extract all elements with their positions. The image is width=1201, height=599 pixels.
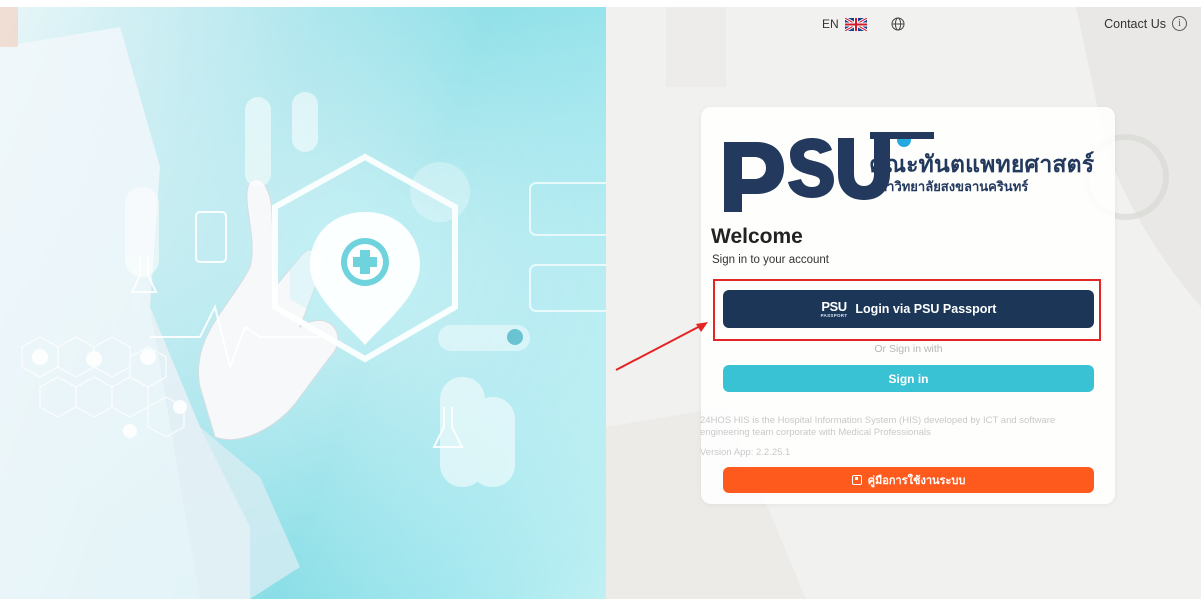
hero-illustration bbox=[0, 7, 606, 599]
psu-passport-icon: PSU PASSPORT bbox=[821, 300, 848, 319]
psu-passport-mark-sub: PASSPORT bbox=[820, 312, 848, 318]
system-description: 24HOS HIS is the Hospital Information Sy… bbox=[700, 415, 1056, 438]
user-manual-label: คู่มือการใช้งานระบบ bbox=[867, 475, 966, 487]
user-manual-button[interactable]: คู่มือการใช้งานระบบ bbox=[723, 467, 1094, 493]
info-icon: i bbox=[1172, 16, 1187, 31]
medical-hero-graphic bbox=[0, 7, 606, 599]
university-name: มหาวิทยาลัยสงขลานครินทร์ bbox=[870, 179, 1029, 194]
language-code: EN bbox=[822, 17, 839, 31]
welcome-heading: Welcome bbox=[711, 225, 803, 248]
psu-passport-login-button[interactable]: PSU PASSPORT Login via PSU Passport bbox=[723, 290, 1094, 328]
psu-passport-login-label: Login via PSU Passport bbox=[855, 302, 997, 316]
top-strip bbox=[0, 0, 1201, 7]
globe-icon[interactable] bbox=[891, 17, 905, 31]
app-version: Version App: 2.2.25.1 bbox=[700, 447, 791, 458]
language-selector[interactable]: EN bbox=[822, 17, 905, 31]
or-sign-in-text: Or Sign in with bbox=[874, 343, 943, 355]
psu-passport-mark: PSU bbox=[821, 298, 847, 314]
login-page: EN Contact Us i คณะทันตแพทยศาสตร์ มหาวิท… bbox=[0, 0, 1201, 599]
book-icon bbox=[851, 475, 862, 485]
welcome-subtitle: Sign in to your account bbox=[712, 254, 829, 266]
sign-in-button[interactable]: Sign in bbox=[723, 365, 1094, 392]
red-arrow-annotation bbox=[615, 322, 708, 371]
sign-in-label: Sign in bbox=[888, 371, 929, 386]
contact-us-label: Contact Us bbox=[1104, 16, 1166, 31]
uk-flag-icon bbox=[844, 17, 867, 31]
contact-us-link[interactable]: Contact Us i bbox=[1104, 16, 1187, 31]
